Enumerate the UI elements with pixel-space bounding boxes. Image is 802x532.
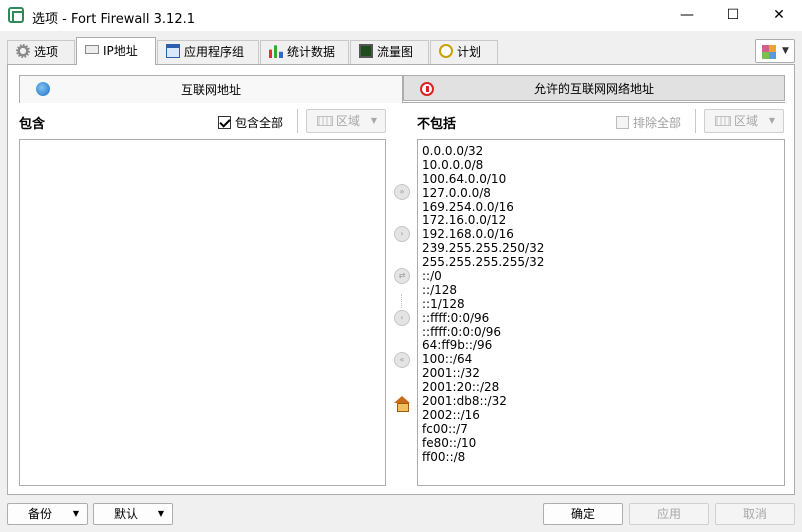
address-line: fe80::/10: [422, 435, 477, 450]
subtab-label: 允许的互联网网络地址: [533, 82, 654, 96]
exclude-all-checkbox[interactable]: 排除全部: [616, 114, 681, 131]
checkbox-label: 排除全部: [633, 116, 682, 130]
include-heading: 包含: [19, 117, 46, 132]
defaults-button[interactable]: 默认 ▼: [93, 503, 173, 525]
address-line: 169.254.0.0/16: [422, 199, 514, 214]
zones-icon: [715, 116, 731, 126]
address-line: 192.168.0.0/16: [422, 227, 514, 242]
divider: [401, 294, 402, 308]
globe-icon: [36, 82, 50, 96]
chevron-down-icon: ▼: [768, 116, 775, 125]
zones-icon: [317, 116, 333, 126]
address-line: 100::/64: [422, 352, 473, 367]
button-label: 默认: [114, 507, 139, 521]
address-line: 2001:db8::/32: [422, 394, 507, 409]
address-line: ::ffff:0:0/96: [422, 310, 490, 325]
title-bar: 选项 - Fort Firewall 3.12.1 — ☐ ✕: [0, 0, 802, 31]
tab-statistics[interactable]: 统计数据: [260, 40, 349, 64]
layout-menu-button[interactable]: ▼: [755, 39, 795, 63]
bar-chart-icon: [269, 45, 283, 58]
tab-label: 计划: [457, 45, 482, 59]
button-label: 区域: [734, 114, 759, 128]
address-line: 172.16.0.0/12: [422, 213, 507, 228]
exclude-zones-button[interactable]: 区域 ▼: [704, 109, 784, 133]
include-zones-button[interactable]: 区域 ▼: [306, 109, 386, 133]
include-addresses-textarea[interactable]: [19, 139, 386, 486]
tab-label: 流量图: [377, 45, 414, 59]
layout-grid-icon: [762, 45, 776, 59]
tab-label: IP地址: [103, 44, 138, 58]
address-line: 127.0.0.0/8: [422, 185, 491, 200]
subtab-allowed-addresses[interactable]: 允许的互联网网络地址: [403, 75, 785, 101]
tab-label: 选项: [34, 45, 59, 59]
gear-icon: [16, 44, 30, 58]
tab-options[interactable]: 选项: [7, 40, 75, 64]
address-line: ::/128: [422, 282, 458, 297]
tab-ip-addresses[interactable]: IP地址: [76, 37, 156, 65]
home-icon[interactable]: [394, 396, 410, 412]
address-line: 100.64.0.0/10: [422, 171, 507, 186]
clock-icon: [439, 44, 453, 58]
address-line: 2001::/32: [422, 366, 480, 381]
chevron-down-icon: ▼: [72, 509, 79, 518]
monitor-icon: [359, 44, 373, 58]
apply-button[interactable]: 应用: [629, 503, 709, 525]
address-line: 2001:20::/28: [422, 380, 500, 395]
blocked-icon: [420, 82, 434, 96]
button-label: 区域: [336, 114, 361, 128]
chevron-down-icon: ▼: [157, 509, 164, 518]
include-all-checkbox[interactable]: 包含全部: [218, 114, 283, 131]
maximize-button[interactable]: ☐: [710, 0, 756, 31]
checkbox-box[interactable]: [616, 116, 629, 129]
subtab-label: 互联网地址: [180, 83, 241, 97]
options-window: 选项 - Fort Firewall 3.12.1 — ☐ ✕ 选项 IP地址 …: [0, 0, 802, 532]
address-line: ff00::/8: [422, 449, 466, 464]
chevron-down-icon: ▼: [370, 116, 377, 125]
tab-label: 统计数据: [287, 45, 336, 59]
address-line: ::1/128: [422, 296, 465, 311]
tab-traffic-graph[interactable]: 流量图: [350, 40, 429, 64]
address-line: fc00::/7: [422, 421, 468, 436]
chevron-down-icon: ▼: [782, 46, 789, 56]
move-left-button[interactable]: ‹: [394, 310, 410, 326]
window-icon: [166, 44, 180, 58]
divider: [695, 109, 696, 133]
window-title: 选项 - Fort Firewall 3.12.1: [32, 12, 196, 27]
checkbox-box[interactable]: [218, 116, 231, 129]
swap-button[interactable]: ⇄: [394, 268, 410, 284]
minimize-button[interactable]: —: [664, 0, 710, 31]
ip-addresses-panel: 互联网地址 允许的互联网网络地址 包含 包含全部 区域 ▼ 不包括 排除全部 区…: [7, 64, 795, 495]
tab-schedule[interactable]: 计划: [430, 40, 498, 64]
backup-button[interactable]: 备份 ▼: [7, 503, 88, 525]
tab-app-groups[interactable]: 应用程序组: [157, 40, 259, 64]
address-line: ::/0: [422, 269, 442, 284]
address-line: 239.255.255.250/32: [422, 241, 545, 256]
ip-icon: [85, 45, 99, 54]
move-right-button[interactable]: ›: [394, 226, 410, 242]
address-line: 2002::/16: [422, 407, 480, 422]
ok-button[interactable]: 确定: [543, 503, 623, 525]
tab-label: 应用程序组: [184, 45, 245, 59]
move-all-right-button[interactable]: »: [394, 184, 410, 200]
exclude-addresses-textarea[interactable]: 0.0.0.0/32 10.0.0.0/8 100.64.0.0/10 127.0.0…: [417, 139, 785, 486]
close-button[interactable]: ✕: [756, 0, 802, 31]
fort-firewall-app-icon: [8, 7, 24, 23]
divider: [297, 109, 298, 133]
checkbox-label: 包含全部: [235, 116, 284, 130]
address-line: ::ffff:0:0:0/96: [422, 324, 501, 339]
subtab-internet-addresses[interactable]: 互联网地址: [19, 75, 403, 103]
address-line: 10.0.0.0/8: [422, 157, 484, 172]
exclude-heading: 不包括: [417, 117, 457, 132]
button-label: 备份: [28, 507, 53, 521]
cancel-button[interactable]: 取消: [715, 503, 795, 525]
address-line: 64:ff9b::/96: [422, 338, 493, 353]
address-line: 255.255.255.255/32: [422, 255, 545, 270]
move-all-left-button[interactable]: «: [394, 352, 410, 368]
address-line: 0.0.0.0/32: [422, 144, 484, 158]
